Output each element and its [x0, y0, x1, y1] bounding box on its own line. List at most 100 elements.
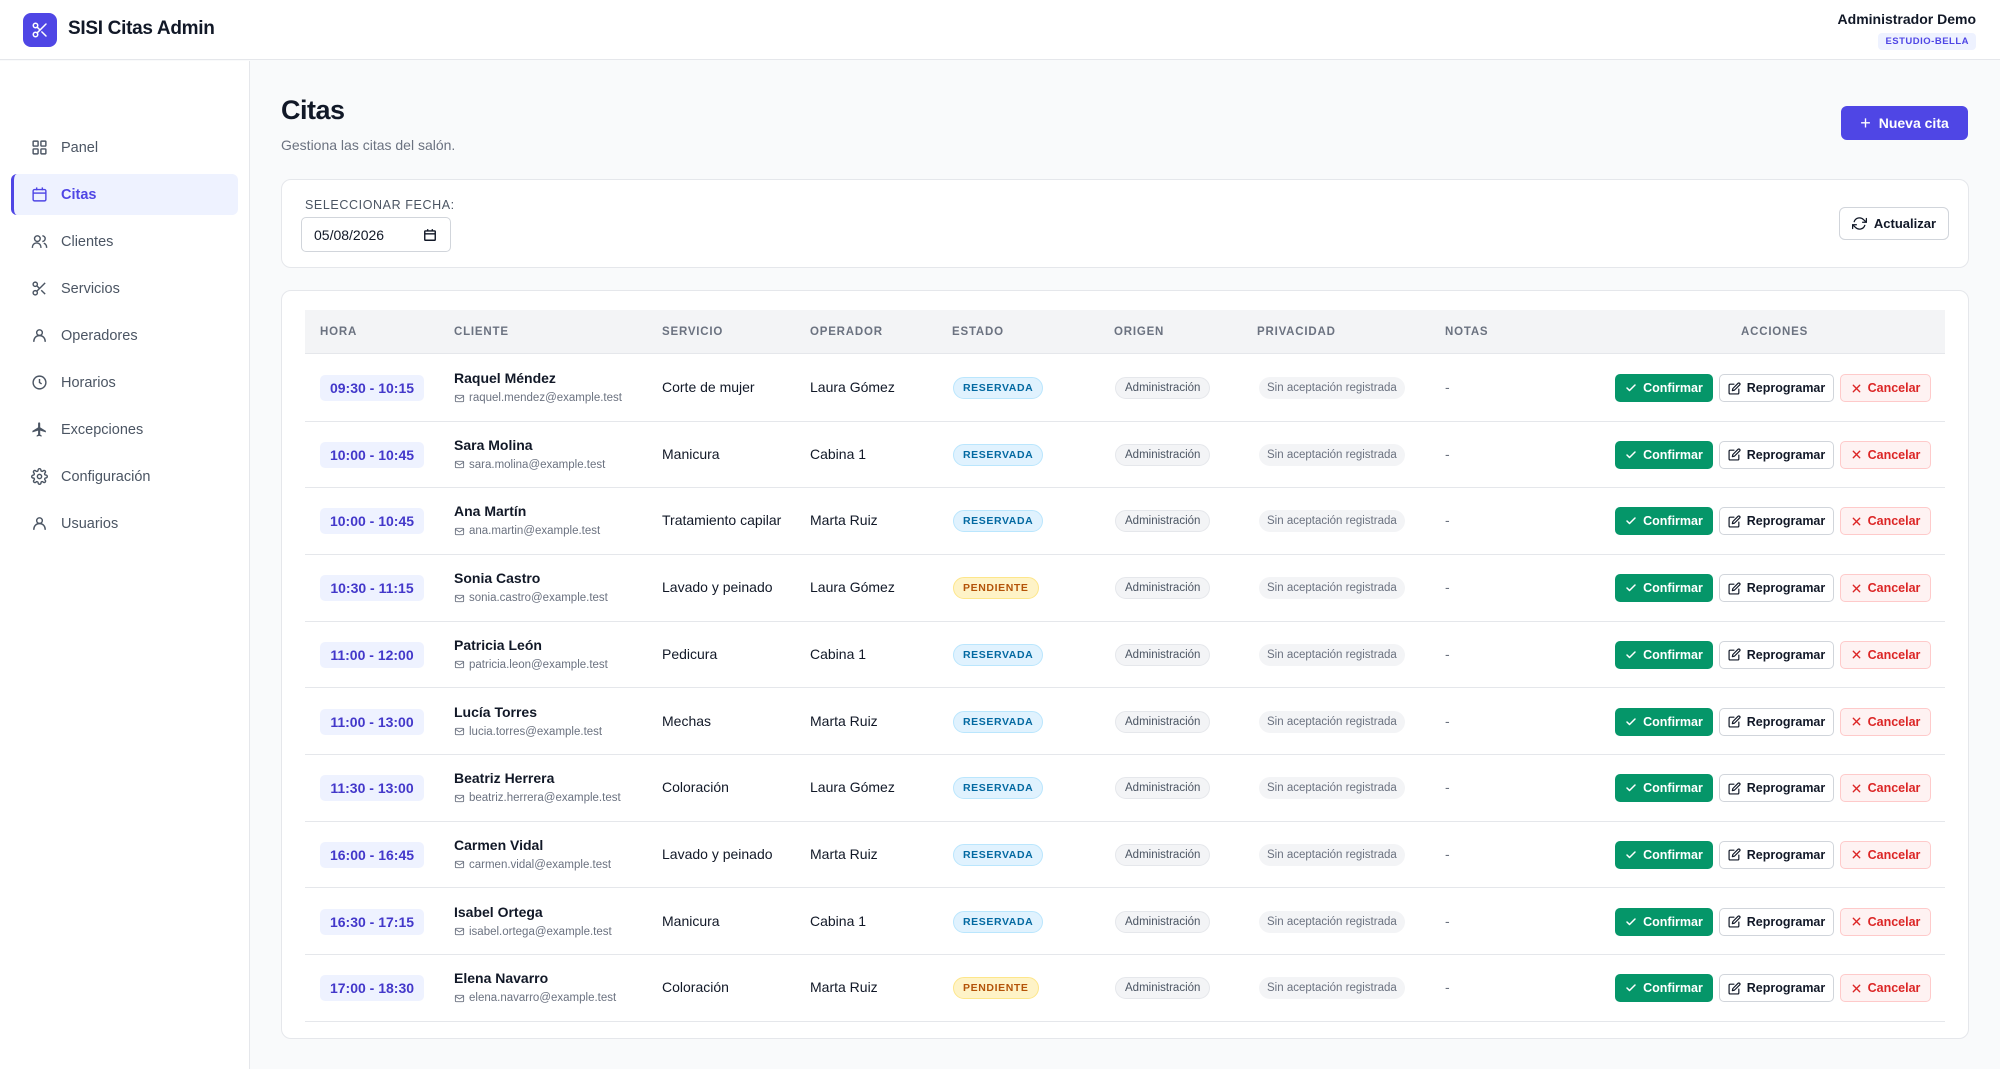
confirm-button[interactable]: Confirmar — [1615, 907, 1713, 936]
confirm-button[interactable]: Confirmar — [1615, 707, 1713, 736]
reschedule-button[interactable]: Reprogramar — [1719, 840, 1834, 869]
reschedule-button[interactable]: Reprogramar — [1719, 507, 1834, 536]
confirm-button[interactable]: Confirmar — [1615, 640, 1713, 669]
page-title: Citas — [281, 95, 345, 125]
edit-icon — [1728, 582, 1741, 595]
privacy-badge: Sin aceptación registrada — [1259, 377, 1405, 399]
confirm-label: Confirmar — [1643, 647, 1703, 662]
date-input[interactable]: 05/08/2026 — [301, 217, 451, 252]
table-row: 11:30 - 13:00 Beatriz Herrera beatriz.herr… — [305, 755, 1945, 822]
top-bar: SISI Citas Admin Administrador Demo ESTU… — [0, 0, 2000, 60]
header-estado: ESTADO — [952, 326, 1004, 338]
sidebar-item-usuarios[interactable]: Usuarios — [11, 503, 238, 544]
scissors-icon — [30, 280, 48, 298]
cancel-button[interactable]: Cancelar — [1840, 440, 1931, 469]
cancel-button[interactable]: Cancelar — [1840, 707, 1931, 736]
sidebar-item-clientes[interactable]: Clientes — [11, 221, 238, 262]
origin-badge: Administración — [1115, 710, 1211, 733]
sidebar-item-label: Servicios — [61, 280, 120, 297]
sidebar-item-excepciones[interactable]: Excepciones — [11, 409, 238, 450]
table-row: 17:00 - 18:30 Elena Navarro elena.navarro@… — [305, 955, 1945, 1022]
check-icon — [1626, 517, 1636, 525]
cancel-button[interactable]: Cancelar — [1840, 374, 1931, 402]
cancel-button[interactable]: Cancelar — [1840, 840, 1931, 869]
edit-icon — [1728, 715, 1741, 728]
user-name[interactable]: Administrador Demo — [1838, 11, 1976, 27]
refresh-button[interactable]: Actualizar — [1839, 207, 1949, 240]
cancel-button[interactable]: Cancelar — [1840, 907, 1931, 936]
confirm-button[interactable]: Confirmar — [1615, 440, 1713, 469]
calendar-icon — [30, 186, 48, 204]
confirm-label: Confirmar — [1643, 847, 1703, 862]
client-email: lucia.torres@example.test — [454, 726, 602, 738]
status-badge: PENDIENTE — [953, 977, 1039, 1000]
reschedule-button[interactable]: Reprogramar — [1719, 907, 1834, 936]
reschedule-button[interactable]: Reprogramar — [1719, 640, 1834, 669]
check-icon — [1626, 917, 1636, 925]
confirm-button[interactable]: Confirmar — [1615, 840, 1713, 869]
status-badge: PENDIENTE — [953, 577, 1039, 600]
reschedule-button[interactable]: Reprogramar — [1719, 974, 1834, 1003]
sidebar-item-servicios[interactable]: Servicios — [11, 268, 238, 309]
service-cell: Coloración — [662, 979, 729, 996]
calendar-icon[interactable] — [423, 228, 437, 242]
sidebar-item-panel[interactable]: Panel — [11, 127, 238, 168]
privacy-badge: Sin aceptación registrada — [1259, 843, 1405, 866]
cancel-button[interactable]: Cancelar — [1840, 974, 1931, 1003]
table-row: 10:00 - 10:45 Sara Molina sara.molina@exam… — [305, 422, 1945, 489]
confirm-button[interactable]: Confirmar — [1615, 974, 1713, 1003]
sidebar-item-label: Excepciones — [61, 421, 144, 438]
confirm-button[interactable]: Confirmar — [1615, 507, 1713, 536]
plane-icon — [30, 421, 48, 439]
close-icon — [1852, 517, 1860, 526]
privacy-badge: Sin aceptación registrada — [1259, 643, 1405, 666]
table-row: 16:30 - 17:15 Isabel Ortega isabel.ortega@… — [305, 889, 1945, 956]
sidebar-item-configuracion[interactable]: Configuración — [11, 456, 238, 497]
header-servicio: SERVICIO — [662, 326, 724, 338]
time-badge: 11:00 - 13:00 — [320, 708, 424, 735]
confirm-button[interactable]: Confirmar — [1615, 774, 1713, 803]
sidebar-item-horarios[interactable]: Horarios — [11, 362, 238, 403]
reschedule-button[interactable]: Reprogramar — [1719, 707, 1834, 736]
confirm-button[interactable]: Confirmar — [1615, 374, 1713, 402]
sidebar-item-label: Operadores — [61, 327, 138, 344]
cancel-button[interactable]: Cancelar — [1840, 640, 1931, 669]
header-operador: OPERADOR — [810, 326, 883, 338]
reschedule-button[interactable]: Reprogramar — [1719, 440, 1834, 469]
cancel-label: Cancelar — [1867, 647, 1921, 662]
operator-cell: Laura Gómez — [810, 579, 895, 596]
status-badge: RESERVADA — [953, 377, 1044, 399]
client-name: Isabel Ortega — [454, 903, 543, 920]
confirm-label: Confirmar — [1643, 914, 1703, 929]
mail-icon — [454, 727, 465, 736]
cancel-label: Cancelar — [1867, 781, 1921, 796]
operator-cell: Laura Gómez — [810, 379, 895, 395]
client-name: Patricia León — [454, 636, 542, 653]
sidebar-item-label: Configuración — [61, 468, 151, 485]
reschedule-label: Reprogramar — [1746, 981, 1826, 996]
operator-cell: Cabina 1 — [810, 912, 867, 929]
client-email: ana.martin@example.test — [454, 525, 600, 537]
new-appointment-button[interactable]: + Nueva cita — [1841, 106, 1968, 140]
reschedule-button[interactable]: Reprogramar — [1719, 374, 1834, 402]
confirm-label: Confirmar — [1643, 714, 1703, 729]
confirm-button[interactable]: Confirmar — [1615, 574, 1713, 603]
sidebar-item-label: Clientes — [61, 233, 114, 250]
reschedule-button[interactable]: Reprogramar — [1719, 574, 1834, 603]
privacy-badge: Sin aceptación registrada — [1259, 510, 1405, 533]
clock-icon — [30, 374, 48, 392]
check-icon — [1626, 584, 1636, 592]
client-email: patricia.leon@example.test — [454, 659, 608, 671]
privacy-badge: Sin aceptación registrada — [1259, 710, 1405, 733]
sidebar-item-citas[interactable]: Citas — [11, 174, 238, 215]
reschedule-button[interactable]: Reprogramar — [1719, 774, 1834, 803]
sidebar: Panel Citas Clientes Servicios Operadores Hor… — [0, 61, 250, 1069]
origin-badge: Administración — [1115, 910, 1211, 933]
client-email: carmen.vidal@example.test — [454, 859, 611, 871]
sidebar-item-operadores[interactable]: Operadores — [11, 315, 238, 356]
service-cell: Mechas — [662, 712, 712, 729]
cancel-button[interactable]: Cancelar — [1840, 574, 1931, 603]
cancel-button[interactable]: Cancelar — [1840, 774, 1931, 803]
scissors-icon — [32, 22, 47, 38]
cancel-button[interactable]: Cancelar — [1840, 507, 1931, 536]
